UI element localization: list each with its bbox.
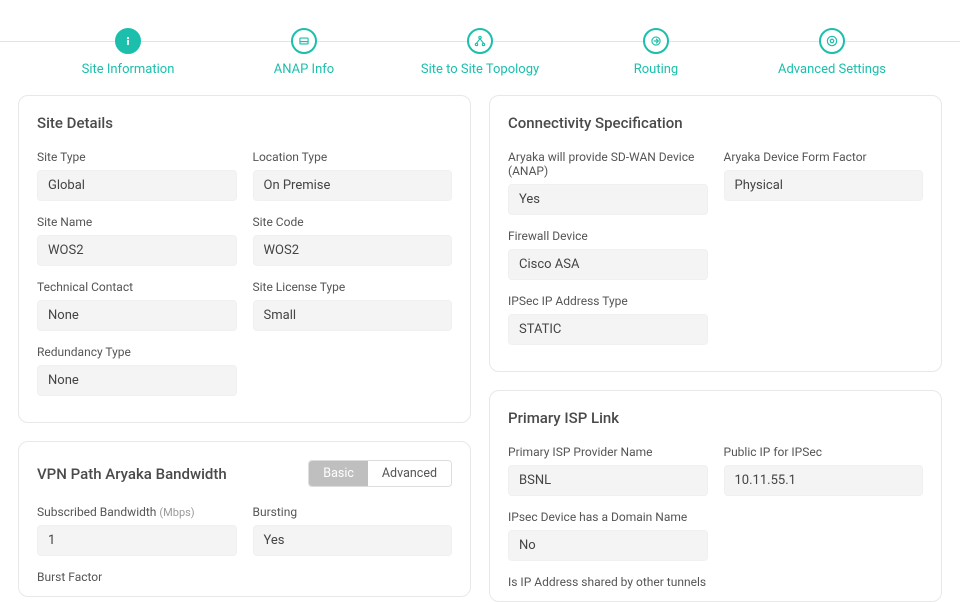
wizard-stepper: Site Information ANAP Info Site to Site … [0, 0, 960, 85]
field-tech-contact: Technical Contact None [37, 280, 237, 331]
value[interactable]: WOS2 [253, 235, 453, 266]
bandwidth-toggle: Basic Advanced [308, 460, 452, 487]
label: Site License Type [253, 280, 453, 294]
step-site-information[interactable]: Site Information [40, 28, 216, 77]
label: IPSec IP Address Type [508, 294, 708, 308]
field-site-code: Site Code WOS2 [253, 215, 453, 266]
step-label: Site to Site Topology [421, 62, 539, 77]
label: Subscribed Bandwidth (Mbps) [37, 505, 237, 519]
step-label: Site Information [82, 62, 175, 77]
card-title: Connectivity Specification [508, 114, 683, 132]
card-title: VPN Path Aryaka Bandwidth [37, 465, 227, 483]
value[interactable]: Physical [724, 170, 924, 201]
value[interactable]: None [37, 365, 237, 396]
step-routing[interactable]: Routing [568, 28, 744, 77]
value[interactable]: STATIC [508, 314, 708, 345]
card-title: Site Details [37, 114, 113, 132]
field-site-name: Site Name WOS2 [37, 215, 237, 266]
field-isp-provider: Primary ISP Provider Name BSNL [508, 445, 708, 496]
value[interactable]: Cisco ASA [508, 249, 708, 280]
label: Location Type [253, 150, 453, 164]
label: Site Name [37, 215, 237, 229]
field-shared-tunnels: Is IP Address shared by other tunnels [508, 575, 708, 589]
card-bandwidth: VPN Path Aryaka Bandwidth Basic Advanced… [18, 441, 471, 597]
step-advanced[interactable]: Advanced Settings [744, 28, 920, 77]
label: Redundancy Type [37, 345, 237, 359]
field-subscribed-bandwidth: Subscribed Bandwidth (Mbps) 1 [37, 505, 237, 556]
step-label: Routing [634, 62, 678, 77]
field-public-ip: Public IP for IPSec 10.11.55.1 [724, 445, 924, 496]
value[interactable]: 10.11.55.1 [724, 465, 924, 496]
label: Technical Contact [37, 280, 237, 294]
field-location-type: Location Type On Premise [253, 150, 453, 201]
field-ipsec-type: IPSec IP Address Type STATIC [508, 294, 708, 345]
field-burst-factor: Burst Factor [37, 570, 237, 584]
card-title: Primary ISP Link [508, 409, 619, 427]
field-form-factor: Aryaka Device Form Factor Physical [724, 150, 924, 215]
label: Burst Factor [37, 570, 237, 584]
value[interactable]: None [37, 300, 237, 331]
step-label: Advanced Settings [778, 62, 886, 77]
step-topology[interactable]: Site to Site Topology [392, 28, 568, 77]
network-icon [467, 28, 493, 54]
value[interactable]: Yes [253, 525, 453, 556]
value[interactable]: Global [37, 170, 237, 201]
card-connectivity: Connectivity Specification Aryaka will p… [489, 95, 942, 372]
value[interactable]: On Premise [253, 170, 453, 201]
label: Firewall Device [508, 229, 708, 243]
field-sdwan-device: Aryaka will provide SD-WAN Device (ANAP)… [508, 150, 708, 215]
label: Aryaka Device Form Factor [724, 150, 924, 164]
field-bursting: Bursting Yes [253, 505, 453, 556]
value[interactable]: Yes [508, 184, 708, 215]
field-license-type: Site License Type Small [253, 280, 453, 331]
label: Public IP for IPSec [724, 445, 924, 459]
card-site-details: Site Details Site Type Global Location T… [18, 95, 471, 423]
label: Bursting [253, 505, 453, 519]
value[interactable]: 1 [37, 525, 237, 556]
field-has-domain: IPsec Device has a Domain Name No [508, 510, 708, 561]
routing-icon [643, 28, 669, 54]
step-label: ANAP Info [274, 62, 334, 77]
field-site-type: Site Type Global [37, 150, 237, 201]
value[interactable]: No [508, 530, 708, 561]
step-anap-info[interactable]: ANAP Info [216, 28, 392, 77]
label: IPsec Device has a Domain Name [508, 510, 708, 524]
field-redundancy: Redundancy Type None [37, 345, 237, 396]
label: Aryaka will provide SD-WAN Device (ANAP) [508, 150, 708, 178]
field-firewall: Firewall Device Cisco ASA [508, 229, 708, 280]
card-primary-isp: Primary ISP Link Primary ISP Provider Na… [489, 390, 942, 602]
label: Primary ISP Provider Name [508, 445, 708, 459]
device-icon [291, 28, 317, 54]
info-icon [115, 28, 141, 54]
value[interactable]: WOS2 [37, 235, 237, 266]
toggle-advanced[interactable]: Advanced [368, 461, 451, 486]
value[interactable]: BSNL [508, 465, 708, 496]
gear-icon [819, 28, 845, 54]
value[interactable]: Small [253, 300, 453, 331]
label: Site Type [37, 150, 237, 164]
label: Is IP Address shared by other tunnels [508, 575, 708, 589]
label: Site Code [253, 215, 453, 229]
toggle-basic[interactable]: Basic [309, 461, 368, 486]
